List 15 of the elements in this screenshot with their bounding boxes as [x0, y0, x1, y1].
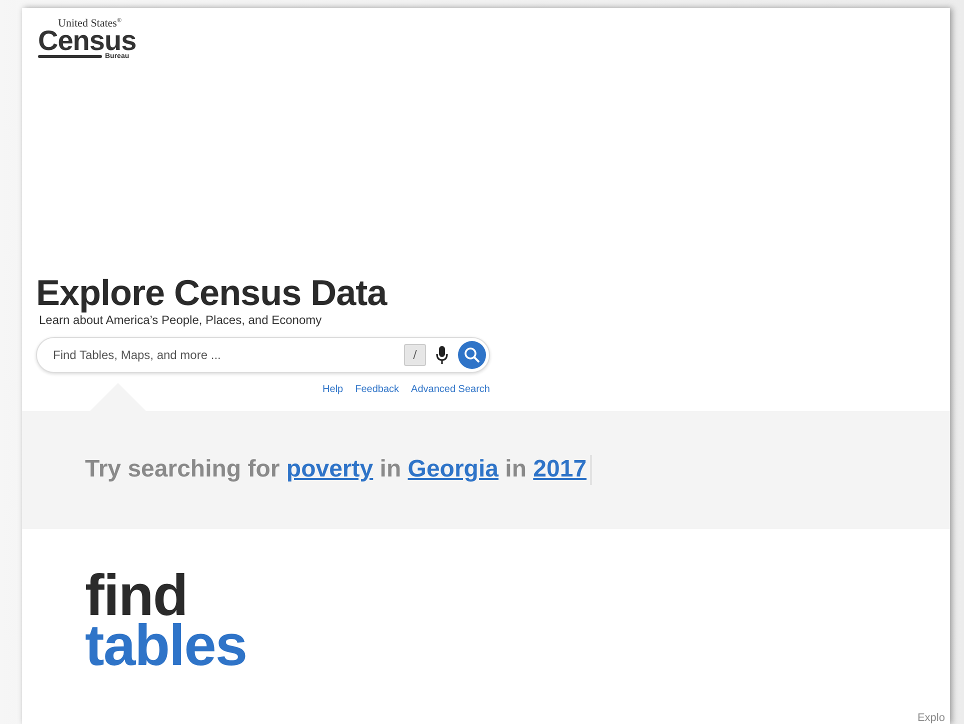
- suggestion-link[interactable]: poverty: [286, 455, 374, 482]
- suggestion-link[interactable]: 2017: [533, 455, 587, 482]
- search-link[interactable]: Advanced Search: [411, 384, 490, 395]
- page-title: Explore Census Data: [36, 272, 388, 313]
- shortcut-key: /: [404, 344, 426, 366]
- feature-heading: find: [85, 570, 188, 621]
- feature-subheading: tables: [85, 620, 248, 671]
- search-link[interactable]: Help: [322, 384, 344, 395]
- suggestion-link[interactable]: Georgia: [408, 455, 498, 482]
- microphone-icon[interactable]: [436, 346, 448, 364]
- search-suggestion: Try searching for poverty in Georgia in 2017: [85, 454, 592, 485]
- search-link[interactable]: Feedback: [355, 384, 400, 395]
- search-icon: [464, 346, 480, 363]
- page-subtitle: Learn about America’s People, Places, and Economy: [39, 312, 323, 327]
- section-label: Explo: [916, 712, 946, 724]
